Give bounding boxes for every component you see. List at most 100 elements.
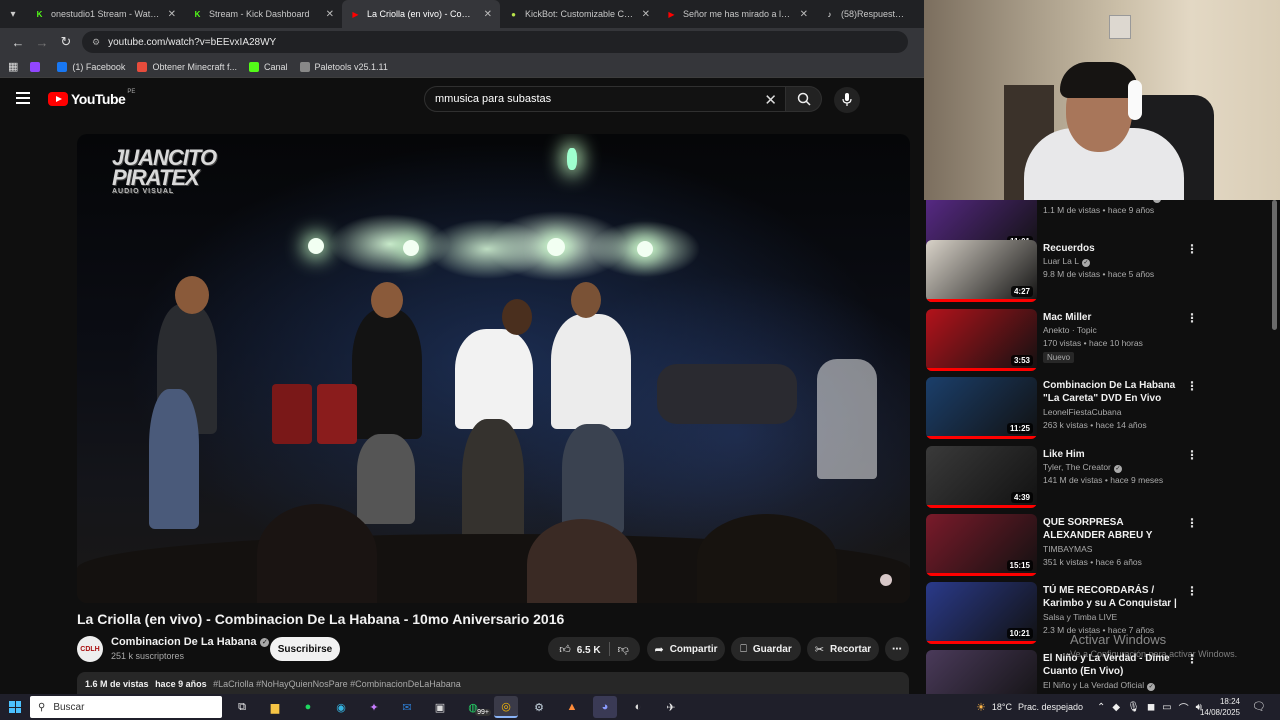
display-icon[interactable]: ▭ xyxy=(1162,702,1171,713)
outlook-icon[interactable]: ✉ xyxy=(395,696,419,718)
channel-watermark-icon[interactable] xyxy=(880,574,892,586)
recommended-video[interactable]: 11:25 Combinacion De La Habana "La Careta… xyxy=(926,377,1276,441)
more-options-icon[interactable]: ⋮ xyxy=(1186,379,1198,393)
video-thumbnail[interactable]: 4:27 xyxy=(926,240,1037,302)
video-thumbnail[interactable]: 10:21 xyxy=(926,582,1037,644)
address-bar[interactable]: ⚙ youtube.com/watch?v=bEEvxIA28WY xyxy=(82,31,908,53)
copilot-icon[interactable]: ✦ xyxy=(362,696,386,718)
recommended-channel[interactable]: Luar La L ✓ xyxy=(1043,256,1090,267)
site-settings-icon[interactable]: ⚙ xyxy=(92,37,100,48)
recommended-channel[interactable]: Salsa y Timba LIVE xyxy=(1043,612,1117,622)
dislike-button[interactable]: 👎︎ xyxy=(618,643,629,656)
channel-name[interactable]: Combinacion De La Habana ✓ xyxy=(111,636,270,648)
more-options-icon[interactable]: ⋮ xyxy=(1186,242,1198,256)
search-input[interactable]: mmusica para subastas ✕ xyxy=(424,86,786,112)
recommended-channel[interactable]: LeonelFiestaCubana xyxy=(1043,407,1121,417)
chrome-icon[interactable]: ◎ xyxy=(494,696,518,718)
recommended-channel[interactable]: TIMBAYMAS xyxy=(1043,544,1092,554)
microphone-tray-icon[interactable]: 🎙︎ xyxy=(1127,702,1140,713)
system-clock[interactable]: 18:24 14/08/2025 xyxy=(1194,696,1240,718)
temperature[interactable]: 18°C xyxy=(992,702,1012,712)
bookmark-item[interactable]: (1) Facebook xyxy=(57,61,125,72)
menu-hamburger-icon[interactable] xyxy=(16,92,30,104)
browser-tab[interactable]: ● KickBot: Customizable Chat Bot ✕ xyxy=(500,0,658,28)
video-thumbnail[interactable] xyxy=(926,650,1037,694)
voice-search-button[interactable] xyxy=(834,87,860,113)
recommended-video[interactable]: 4:27 Recuerdos ⋮ Luar La L ✓ 9.8 M de vistas … xyxy=(926,240,1276,304)
tab-close-icon[interactable]: ✕ xyxy=(642,9,650,20)
recommended-channel[interactable]: El Niño y La Verdad Oficial ✓ xyxy=(1043,680,1156,691)
store-icon[interactable]: ▣ xyxy=(428,696,452,718)
apps-grid-icon[interactable]: ▦ xyxy=(8,60,18,73)
recommended-video-title[interactable]: Combinacion De La Habana "La Careta" DVD… xyxy=(1043,379,1183,405)
bookmark-item[interactable]: Obtener Minecraft f... xyxy=(137,61,237,72)
recommended-video-title[interactable]: Recuerdos xyxy=(1043,242,1183,255)
obs-icon[interactable]: ◐ xyxy=(626,696,650,718)
recommended-channel[interactable]: Tyler, The Creator ✓ xyxy=(1043,462,1122,473)
browser-tab[interactable]: ▶ Señor me has mirado a los ojos ✕ xyxy=(658,0,816,28)
tab-close-icon[interactable]: ✕ xyxy=(168,9,176,20)
tab-search-chevron-icon[interactable]: ▾ xyxy=(0,0,26,28)
spotify-icon[interactable]: ● xyxy=(296,696,320,718)
subscribe-button[interactable]: Suscribirse xyxy=(270,637,340,661)
recommended-video-title[interactable]: QUE SORPRESA ALEXANDER ABREU Y MICHEL MA… xyxy=(1043,516,1183,542)
video-thumbnail[interactable]: 15:15 xyxy=(926,514,1037,576)
more-actions-button[interactable]: ⋯ xyxy=(885,637,909,661)
bookmark-item[interactable]: Paletools v25.1.11 xyxy=(299,61,388,72)
whatsapp-icon[interactable]: ◍ 99+ xyxy=(461,696,491,718)
bookmark-item[interactable]: Canal xyxy=(248,61,288,72)
sidebar-scrollbar[interactable] xyxy=(1272,200,1277,330)
tab-close-icon[interactable]: ✕ xyxy=(326,9,334,20)
more-options-icon[interactable]: ⋮ xyxy=(1186,311,1198,325)
bookmark-item[interactable] xyxy=(30,61,45,72)
streaming-app-icon[interactable]: ✈ xyxy=(659,696,683,718)
discord-icon[interactable]: ◕ xyxy=(593,696,617,718)
browser-tab[interactable]: ♪ (58)Respuesta a @lonso xyxy=(816,0,916,28)
video-thumbnail[interactable]: 11:25 xyxy=(926,377,1037,439)
youtube-logo[interactable]: YouTube PE xyxy=(48,89,135,107)
task-view-icon[interactable]: ⧉ xyxy=(230,696,254,718)
reload-icon[interactable]: ↻ xyxy=(54,30,78,54)
notification-icon[interactable]: 🗨︎ xyxy=(1252,700,1266,713)
more-options-icon[interactable]: ⋮ xyxy=(1186,516,1198,530)
start-button[interactable] xyxy=(0,694,30,720)
weather-sun-icon[interactable]: ☀ xyxy=(976,701,986,714)
tab-close-icon[interactable]: ✕ xyxy=(800,9,808,20)
share-button[interactable]: ➦ Compartir xyxy=(647,637,725,661)
steam-icon[interactable]: ⚙ xyxy=(527,696,551,718)
description-box[interactable]: 1.6 M de vistas hace 9 años #LaCriolla #… xyxy=(77,672,909,694)
browser-tab[interactable]: Konestudio1 Stream - Watch Live ✕ xyxy=(26,0,184,28)
like-button[interactable]: 👍︎ 6.5 K xyxy=(559,643,600,656)
app-a-icon[interactable]: ▲ xyxy=(560,696,584,718)
edge-icon[interactable]: ◉ xyxy=(329,696,353,718)
video-thumbnail[interactable]: 4:39 xyxy=(926,446,1037,508)
hashtags[interactable]: #LaCriolla #NoHayQuienNosPare #Combinaci… xyxy=(213,679,461,689)
app-tray-icon[interactable]: ◆ xyxy=(1112,702,1120,713)
network-icon[interactable]: ⌒ xyxy=(1179,700,1189,715)
video-player[interactable]: JUANCITO PIRATEX AUDIO VISUAL xyxy=(77,134,910,603)
recommended-video-title[interactable]: Mac Miller xyxy=(1043,311,1183,324)
tray-overflow-chevron-icon[interactable]: ⌃ xyxy=(1097,702,1105,713)
recommended-channel[interactable]: Anekto · Topic xyxy=(1043,325,1097,335)
more-options-icon[interactable]: ⋮ xyxy=(1186,448,1198,462)
recommended-channel[interactable]: Combinacion De La Habana✓ xyxy=(1043,200,1161,203)
save-button[interactable]: ⎕ Guardar xyxy=(731,637,801,661)
channel-avatar[interactable]: CDLH xyxy=(77,636,103,662)
tab-close-icon[interactable]: ✕ xyxy=(484,9,492,20)
weather-description[interactable]: Prac. despejado xyxy=(1018,702,1083,712)
recommended-video-title[interactable]: TÚ ME RECORDARÁS / Karimbo y su A Conqui… xyxy=(1043,584,1183,610)
recommended-video[interactable]: 15:15 QUE SORPRESA ALEXANDER ABREU Y MICH… xyxy=(926,514,1276,578)
taskbar-search-box[interactable]: ⚲ Buscar xyxy=(30,696,222,718)
browser-tab[interactable]: ▶ La Criolla (en vivo) - Combin ✕ xyxy=(342,0,500,28)
search-button[interactable] xyxy=(786,86,822,112)
recommended-video[interactable]: 4:39 Like Him ⋮ Tyler, The Creator ✓ 141 M de… xyxy=(926,446,1276,510)
back-arrow-icon[interactable]: ← xyxy=(6,30,30,54)
clip-button[interactable]: ✂ Recortar xyxy=(807,637,879,661)
file-explorer-icon[interactable]: ▆ xyxy=(263,696,287,718)
clear-search-icon[interactable]: ✕ xyxy=(764,91,777,109)
forward-arrow-icon[interactable]: → xyxy=(30,30,54,54)
video-thumbnail[interactable]: 3:53 xyxy=(926,309,1037,371)
more-options-icon[interactable]: ⋮ xyxy=(1186,584,1198,598)
app-tray-icon-2[interactable]: ◼ xyxy=(1147,702,1155,713)
browser-tab[interactable]: K Stream - Kick Dashboard ✕ xyxy=(184,0,342,28)
